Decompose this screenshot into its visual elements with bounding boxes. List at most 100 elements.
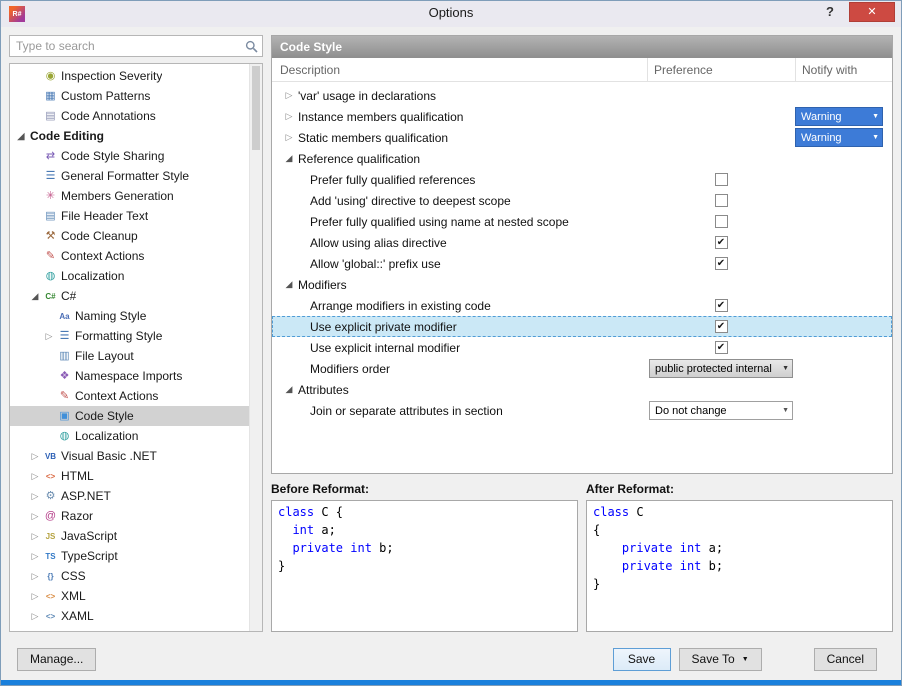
- option-row-prefer-fully-qualified-using-name-at-nested-scope[interactable]: Prefer fully qualified using name at nes…: [272, 211, 892, 232]
- collapse-icon[interactable]: ◢: [14, 131, 28, 142]
- tree-item-namespace-imports[interactable]: ❖Namespace Imports: [10, 366, 249, 386]
- option-row-static-members-qualification[interactable]: ▷Static members qualificationWarning▼: [272, 127, 892, 148]
- tree-item-context-actions[interactable]: ✎Context Actions: [10, 386, 249, 406]
- tree-item-file-header-text[interactable]: ▤File Header Text: [10, 206, 249, 226]
- expand-icon[interactable]: ▷: [42, 331, 56, 342]
- manage-button[interactable]: Manage...: [17, 648, 96, 671]
- expand-icon[interactable]: ▷: [28, 571, 42, 582]
- expand-icon[interactable]: ▷: [28, 531, 42, 542]
- tree-item-xml[interactable]: ▷<>XML: [10, 586, 249, 606]
- tree-item-file-layout[interactable]: ▥File Layout: [10, 346, 249, 366]
- expand-icon[interactable]: ▷: [28, 491, 42, 502]
- expand-icon[interactable]: ▷: [280, 90, 298, 101]
- tree-item-formatting-style[interactable]: ▷☰Formatting Style: [10, 326, 249, 346]
- file-header-text-icon: ▤: [42, 208, 59, 225]
- tree-item-naming-style[interactable]: AaNaming Style: [10, 306, 249, 326]
- option-description: Allow 'global::' prefix use: [272, 257, 647, 271]
- option-row-attributes[interactable]: ◢Attributes: [272, 379, 892, 400]
- expand-icon[interactable]: ▷: [28, 451, 42, 462]
- preference-combobox[interactable]: public protected internal▼: [649, 359, 793, 378]
- tree-item-razor[interactable]: ▷@Razor: [10, 506, 249, 526]
- notify-combobox[interactable]: Warning▼: [795, 128, 883, 147]
- table-header: Description Preference Notify with: [272, 58, 892, 82]
- preference-cell: [647, 173, 795, 186]
- help-button[interactable]: ?: [817, 2, 843, 22]
- tree-item-localization[interactable]: ◍Localization: [10, 266, 249, 286]
- close-button[interactable]: ✕: [849, 2, 895, 22]
- context-actions-icon: ✎: [56, 388, 73, 405]
- tree-scrollbar-thumb[interactable]: [252, 66, 260, 150]
- tree-item-xaml[interactable]: ▷<>XAML: [10, 606, 249, 626]
- expand-icon[interactable]: ▷: [280, 132, 298, 143]
- option-row-allow-using-alias-directive[interactable]: Allow using alias directive✔: [272, 232, 892, 253]
- tree-item-code-style-sharing[interactable]: ⇄Code Style Sharing: [10, 146, 249, 166]
- checkbox[interactable]: ✔: [715, 320, 728, 333]
- option-row-arrange-modifiers-in-existing-code[interactable]: Arrange modifiers in existing code✔: [272, 295, 892, 316]
- option-row-modifiers[interactable]: ◢Modifiers: [272, 274, 892, 295]
- expand-icon[interactable]: ▷: [28, 471, 42, 482]
- checkbox[interactable]: [715, 194, 728, 207]
- tree-item-css[interactable]: ▷{}CSS: [10, 566, 249, 586]
- expand-icon[interactable]: ▷: [28, 511, 42, 522]
- collapse-icon[interactable]: ◢: [280, 153, 298, 164]
- collapse-icon[interactable]: ◢: [28, 291, 42, 302]
- collapse-icon[interactable]: ◢: [280, 279, 298, 290]
- option-row-reference-qualification[interactable]: ◢Reference qualification: [272, 148, 892, 169]
- context-actions-icon: ✎: [42, 248, 59, 265]
- tree-item-visual-basic-net[interactable]: ▷VBVisual Basic .NET: [10, 446, 249, 466]
- tree-item-custom-patterns[interactable]: ▦Custom Patterns: [10, 86, 249, 106]
- option-row-use-explicit-private-modifier[interactable]: Use explicit private modifier✔: [272, 316, 892, 337]
- tree-item-typescript[interactable]: ▷TSTypeScript: [10, 546, 249, 566]
- notify-combobox[interactable]: Warning▼: [795, 107, 883, 126]
- option-row-allow-global-prefix-use[interactable]: Allow 'global::' prefix use ✔: [272, 253, 892, 274]
- checkbox[interactable]: ✔: [715, 236, 728, 249]
- expand-icon[interactable]: ▷: [28, 591, 42, 602]
- option-row-join-or-separate-attributes-in-section[interactable]: Join or separate attributes in section Do…: [272, 400, 892, 421]
- tree-item-localization[interactable]: ◍Localization: [10, 426, 249, 446]
- title-bar: R# Options ? ✕: [1, 1, 901, 27]
- tree-item-javascript[interactable]: ▷JSJavaScript: [10, 526, 249, 546]
- chevron-down-icon: ▼: [782, 365, 789, 372]
- tree-item-label: Custom Patterns: [59, 89, 150, 103]
- tree-item-html[interactable]: ▷<>HTML: [10, 466, 249, 486]
- checkbox[interactable]: ✔: [715, 257, 728, 270]
- tree-item-context-actions[interactable]: ✎Context Actions: [10, 246, 249, 266]
- option-row-add-using-directive-to-deepest-scope[interactable]: Add 'using' directive to deepest scope: [272, 190, 892, 211]
- tree-item-label: Members Generation: [59, 189, 174, 203]
- option-row-var-usage-in-declarations[interactable]: ▷'var' usage in declarations: [272, 85, 892, 106]
- tree-item-general-formatter-style[interactable]: ☰General Formatter Style: [10, 166, 249, 186]
- option-row-prefer-fully-qualified-references[interactable]: Prefer fully qualified references: [272, 169, 892, 190]
- save-to-button[interactable]: Save To ▼: [679, 648, 762, 671]
- collapse-icon[interactable]: ◢: [280, 384, 298, 395]
- tree-item-label: Code Style Sharing: [59, 149, 164, 163]
- expand-icon[interactable]: ▷: [28, 551, 42, 562]
- expand-icon[interactable]: ▷: [280, 111, 298, 122]
- code-line: private int b;: [593, 557, 886, 575]
- tree-scrollbar[interactable]: [249, 64, 262, 631]
- checkbox[interactable]: [715, 173, 728, 186]
- tree-item-code-editing[interactable]: ◢Code Editing: [10, 126, 249, 146]
- option-row-use-explicit-internal-modifier[interactable]: Use explicit internal modifier✔: [272, 337, 892, 358]
- tree-item-asp-net[interactable]: ▷⚙ASP.NET: [10, 486, 249, 506]
- checkbox[interactable]: ✔: [715, 299, 728, 312]
- tree-item-members-generation[interactable]: ✳Members Generation: [10, 186, 249, 206]
- search-input[interactable]: [10, 39, 245, 53]
- option-label: Attributes: [298, 383, 349, 397]
- option-row-instance-members-qualification[interactable]: ▷Instance members qualificationWarning▼: [272, 106, 892, 127]
- code-line: private int b;: [278, 539, 571, 557]
- cancel-button[interactable]: Cancel: [814, 648, 877, 671]
- code-line: private int a;: [593, 539, 886, 557]
- tree-item-inspection-severity[interactable]: ◉Inspection Severity: [10, 66, 249, 86]
- option-row-modifiers-order[interactable]: Modifiers orderpublic protected internal…: [272, 358, 892, 379]
- tree-item-csharp[interactable]: ◢C#C#: [10, 286, 249, 306]
- preference-combobox[interactable]: Do not change▼: [649, 401, 793, 420]
- checkbox[interactable]: [715, 215, 728, 228]
- save-to-label: Save To: [692, 652, 735, 666]
- option-label: Join or separate attributes in section: [310, 404, 503, 418]
- tree-item-code-style[interactable]: ▣Code Style: [10, 406, 249, 426]
- tree-item-code-cleanup[interactable]: ⚒Code Cleanup: [10, 226, 249, 246]
- tree-item-code-annotations[interactable]: ▤Code Annotations: [10, 106, 249, 126]
- checkbox[interactable]: ✔: [715, 341, 728, 354]
- save-button[interactable]: Save: [613, 648, 671, 671]
- expand-icon[interactable]: ▷: [28, 611, 42, 622]
